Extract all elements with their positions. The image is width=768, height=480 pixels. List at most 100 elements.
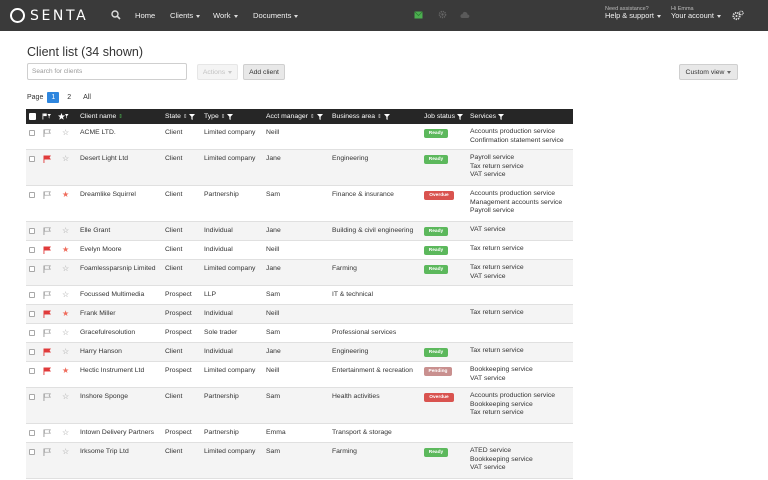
star-icon[interactable]: ☆ [62, 448, 69, 456]
filter-icon[interactable] [498, 113, 505, 120]
client-name-link[interactable]: Focussed Multimedia [80, 291, 144, 298]
star-icon[interactable]: ☆ [62, 329, 69, 337]
table-row[interactable]: ☆ Irksome Trip Ltd Client Limited company Sa… [26, 443, 573, 479]
row-checkbox[interactable] [29, 330, 35, 336]
mail-icon[interactable] [414, 11, 423, 19]
star-icon[interactable]: ☆ [62, 227, 69, 235]
job-status-badge[interactable]: Ready [424, 155, 448, 164]
row-checkbox[interactable] [29, 266, 35, 272]
filter-icon[interactable] [456, 113, 463, 120]
client-name-link[interactable]: Harry Hanson [80, 348, 122, 355]
row-checkbox[interactable] [29, 430, 35, 436]
flag-icon[interactable] [43, 310, 51, 318]
row-checkbox[interactable] [29, 228, 35, 234]
column-acct-manager[interactable]: Acct manager ⇕ [266, 113, 323, 120]
star-icon[interactable]: ★ [62, 367, 69, 375]
gears-icon[interactable] [732, 10, 744, 21]
star-icon[interactable]: ☆ [62, 348, 69, 356]
client-name-link[interactable]: Foamlessparsnip Limited [80, 265, 156, 272]
job-status-badge[interactable]: Ready [424, 227, 448, 236]
client-name-link[interactable]: Dreamlike Squirrel [80, 191, 136, 198]
client-name-link[interactable]: Elle Grant [80, 227, 110, 234]
row-checkbox[interactable] [29, 368, 35, 374]
custom-view-button[interactable]: Custom view [679, 64, 738, 80]
client-name-link[interactable]: Irksome Trip Ltd [80, 448, 129, 455]
client-name-link[interactable]: Gracefulresolution [80, 329, 135, 336]
client-name-link[interactable]: Inshore Sponge [80, 393, 128, 400]
star-filter-icon[interactable] [58, 113, 69, 120]
star-icon[interactable]: ☆ [62, 265, 69, 273]
flag-icon[interactable] [43, 429, 51, 437]
table-row[interactable]: ★ Frank Miller Prospect Individual Neill Tax … [26, 305, 573, 324]
client-name-link[interactable]: Evelyn Moore [80, 246, 122, 253]
client-name-link[interactable]: Hectic Instrument Ltd [80, 367, 144, 374]
row-checkbox[interactable] [29, 130, 35, 136]
job-status-badge[interactable]: Ready [424, 448, 448, 457]
nav-documents[interactable]: Documents [253, 11, 299, 20]
table-row[interactable]: ★ Hectic Instrument Ltd Prospect Limited co… [26, 362, 573, 388]
job-status-badge[interactable]: Overdue [424, 191, 454, 200]
row-checkbox[interactable] [29, 449, 35, 455]
row-checkbox[interactable] [29, 247, 35, 253]
actions-button[interactable]: Actions [197, 64, 238, 80]
table-row[interactable]: ☆ Inshore Sponge Client Partnership Sam Healt… [26, 388, 573, 424]
star-icon[interactable]: ☆ [62, 291, 69, 299]
star-icon[interactable]: ☆ [62, 393, 69, 401]
row-checkbox[interactable] [29, 394, 35, 400]
table-row[interactable]: ☆ Intown Delivery Partners Prospect Partner… [26, 424, 573, 443]
table-row[interactable]: ☆ ACME LTD. Client Limited company Neill Read… [26, 124, 573, 150]
cloud-icon[interactable] [460, 11, 470, 19]
table-row[interactable]: ☆ Foamlessparsnip Limited Client Limited co… [26, 260, 573, 286]
flag-icon[interactable] [43, 191, 51, 199]
filter-icon[interactable] [227, 113, 234, 120]
flag-icon[interactable] [43, 448, 51, 456]
flag-icon[interactable] [43, 265, 51, 273]
job-status-badge[interactable]: Ready [424, 265, 448, 274]
row-checkbox[interactable] [29, 349, 35, 355]
column-state[interactable]: State ⇕ [165, 113, 196, 120]
filter-icon[interactable] [383, 113, 390, 120]
search-icon[interactable] [111, 10, 121, 20]
client-name-link[interactable]: ACME LTD. [80, 129, 116, 136]
table-row[interactable]: ★ Evelyn Moore Client Individual Neill Ready T… [26, 241, 573, 260]
column-type[interactable]: Type ⇕ [204, 113, 234, 120]
client-search-input[interactable] [27, 63, 187, 80]
client-name-link[interactable]: Intown Delivery Partners [80, 429, 154, 436]
job-status-badge[interactable]: Ready [424, 129, 448, 138]
job-status-badge[interactable]: Ready [424, 348, 448, 357]
settings-cog-icon[interactable] [438, 10, 447, 19]
star-icon[interactable]: ★ [62, 191, 69, 199]
column-services[interactable]: Services [470, 113, 505, 120]
page-link-2[interactable]: 2 [63, 92, 75, 103]
page-link-all[interactable]: All [79, 92, 95, 103]
table-row[interactable]: ☆ Focussed Multimedia Prospect LLP Sam IT & t… [26, 286, 573, 305]
flag-filter-icon[interactable] [42, 113, 51, 120]
flag-icon[interactable] [43, 155, 51, 163]
nav-home[interactable]: Home [135, 11, 155, 20]
table-row[interactable]: ☆ Elle Grant Client Individual Jane Building … [26, 222, 573, 241]
job-status-badge[interactable]: Overdue [424, 393, 454, 402]
column-job-status[interactable]: Job status [424, 113, 463, 120]
table-row[interactable]: ★ Dreamlike Squirrel Client Partnership Sam F… [26, 186, 573, 222]
client-name-link[interactable]: Frank Miller [80, 310, 116, 317]
job-status-badge[interactable]: Ready [424, 246, 448, 255]
filter-icon[interactable] [316, 113, 323, 120]
filter-icon[interactable] [189, 113, 196, 120]
table-row[interactable]: ☆ Harry Hanson Client Individual Jane Enginee… [26, 343, 573, 362]
flag-icon[interactable] [43, 129, 51, 137]
row-checkbox[interactable] [29, 311, 35, 317]
flag-icon[interactable] [43, 348, 51, 356]
page-link-1[interactable]: 1 [47, 92, 60, 103]
column-business-area[interactable]: Business area ⇕ [332, 113, 390, 120]
flag-icon[interactable] [43, 291, 51, 299]
table-row[interactable]: ☆ Desert Light Ltd Client Limited company Ja… [26, 150, 573, 186]
help-support-menu[interactable]: Need assistance? Help & support [605, 6, 661, 21]
star-icon[interactable]: ☆ [62, 155, 69, 163]
table-row[interactable]: ☆ Gracefulresolution Prospect Sole trader Sa… [26, 324, 573, 343]
job-status-badge[interactable]: Pending [424, 367, 452, 376]
add-client-button[interactable]: Add client [243, 64, 285, 80]
star-icon[interactable]: ☆ [62, 129, 69, 137]
star-icon[interactable]: ★ [62, 310, 69, 318]
row-checkbox[interactable] [29, 192, 35, 198]
flag-icon[interactable] [43, 329, 51, 337]
